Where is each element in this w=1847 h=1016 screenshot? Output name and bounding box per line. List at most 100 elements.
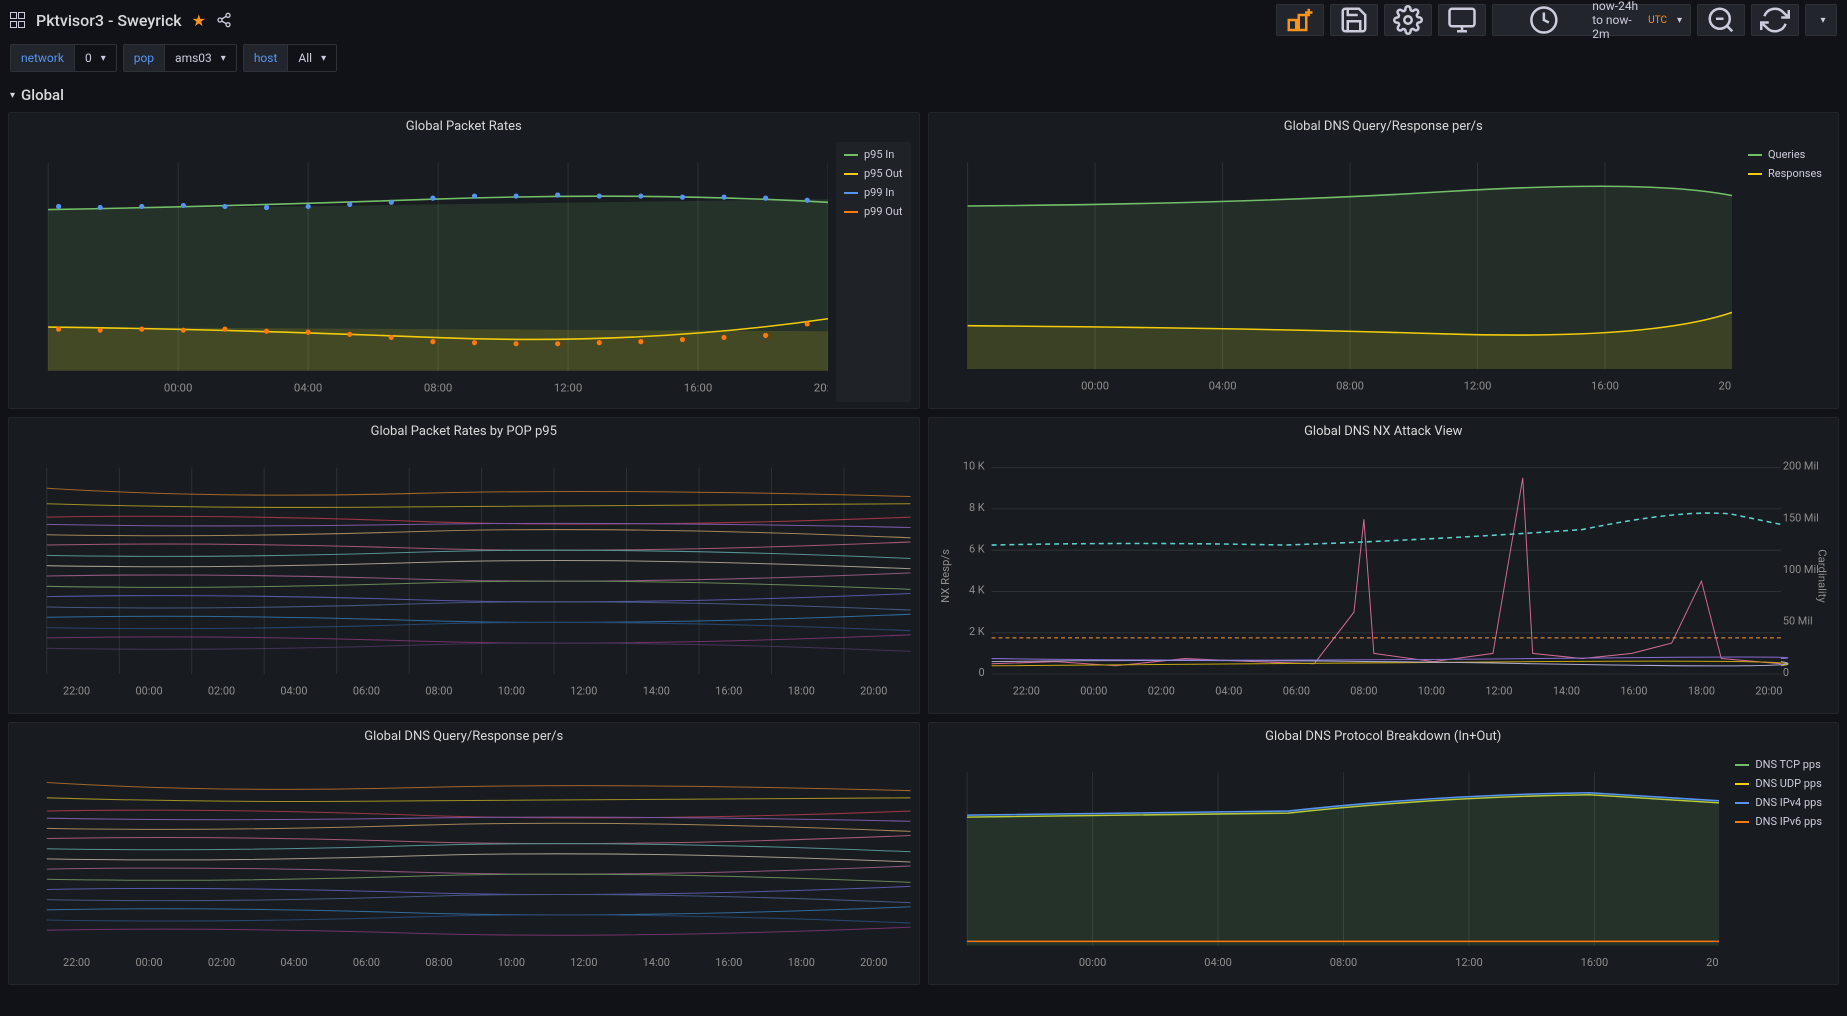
svg-text:08:00: 08:00 xyxy=(424,381,452,395)
panel-packet-rates-by-pop[interactable]: Global Packet Rates by POP p95 xyxy=(8,417,920,714)
chevron-down-icon: ▾ xyxy=(1820,15,1825,26)
variable-host[interactable]: host All▾ xyxy=(243,44,337,72)
svg-text:00:00: 00:00 xyxy=(1080,684,1107,697)
legend-item[interactable]: DNS IPv6 pps xyxy=(1735,815,1822,828)
variable-network[interactable]: network 0▾ xyxy=(10,44,117,72)
chart-area[interactable]: 00:00 04:00 08:00 12:00 16:00 20:00 xyxy=(937,752,1720,976)
share-icon[interactable] xyxy=(216,12,232,28)
zoom-out-button[interactable] xyxy=(1697,4,1745,36)
variable-pop[interactable]: pop ams03▾ xyxy=(123,44,237,72)
legend-item[interactable]: p95 In xyxy=(844,148,903,161)
svg-text:12:00: 12:00 xyxy=(570,956,597,969)
add-panel-button[interactable] xyxy=(1276,4,1324,36)
svg-text:00:00: 00:00 xyxy=(135,684,162,697)
panel-global-dns-qr[interactable]: Global DNS Query/Response per/s xyxy=(928,112,1840,409)
tv-mode-button[interactable] xyxy=(1438,4,1486,36)
svg-text:50 Mil: 50 Mil xyxy=(1782,614,1812,627)
legend-item[interactable]: Queries xyxy=(1748,148,1822,161)
legend-item[interactable]: DNS TCP pps xyxy=(1735,758,1822,771)
svg-text:20:00: 20:00 xyxy=(1755,684,1782,697)
svg-text:12:00: 12:00 xyxy=(570,684,597,697)
svg-text:04:00: 04:00 xyxy=(280,684,307,697)
svg-text:02:00: 02:00 xyxy=(208,684,235,697)
legend-item[interactable]: p95 Out xyxy=(844,167,903,180)
star-icon[interactable]: ★ xyxy=(192,11,206,30)
variable-label: network xyxy=(10,44,75,72)
legend-item[interactable]: DNS UDP pps xyxy=(1735,777,1822,790)
refresh-button[interactable] xyxy=(1751,4,1799,36)
svg-text:18:00: 18:00 xyxy=(788,956,815,969)
svg-text:22:00: 22:00 xyxy=(1012,684,1039,697)
svg-text:200 Mil: 200 Mil xyxy=(1782,460,1818,473)
chart-area[interactable]: 22:00 00:00 02:00 04:00 06:00 08:00 10:0… xyxy=(17,752,911,976)
svg-text:22:00: 22:00 xyxy=(63,684,90,697)
save-button[interactable] xyxy=(1330,4,1378,36)
legend-item[interactable]: Responses xyxy=(1748,167,1822,180)
svg-text:20:00: 20:00 xyxy=(1718,380,1732,393)
svg-text:06:00: 06:00 xyxy=(353,684,380,697)
panel-dns-qr-2[interactable]: Global DNS Query/Response per/s xyxy=(8,722,920,985)
time-range-picker[interactable]: now-24h to now-2m UTC ▾ xyxy=(1492,4,1691,36)
legend-item[interactable]: DNS IPv4 pps xyxy=(1735,796,1822,809)
row-title: Global xyxy=(21,86,64,104)
dashboard-grid-icon[interactable] xyxy=(10,12,26,28)
svg-text:00:00: 00:00 xyxy=(1081,380,1109,393)
variable-label: pop xyxy=(123,44,165,72)
svg-text:02:00: 02:00 xyxy=(1147,684,1174,697)
row-header-global[interactable]: ▾ Global xyxy=(0,82,1847,112)
topbar-right: now-24h to now-2m UTC ▾ ▾ xyxy=(1276,4,1837,36)
svg-text:6 K: 6 K xyxy=(968,542,984,555)
svg-text:20:00: 20:00 xyxy=(860,956,887,969)
svg-text:10:00: 10:00 xyxy=(498,684,525,697)
svg-text:08:00: 08:00 xyxy=(1336,380,1364,393)
chevron-down-icon: ▾ xyxy=(221,53,226,64)
svg-text:150 Mil: 150 Mil xyxy=(1782,511,1818,524)
svg-text:10:00: 10:00 xyxy=(498,956,525,969)
panel-title: Global DNS Query/Response per/s xyxy=(929,113,1839,138)
refresh-interval-dropdown[interactable]: ▾ xyxy=(1805,4,1837,36)
svg-text:08:00: 08:00 xyxy=(425,684,452,697)
chevron-down-icon: ▾ xyxy=(1677,15,1682,26)
panel-title: Global DNS Protocol Breakdown (In+Out) xyxy=(929,723,1839,748)
svg-text:04:00: 04:00 xyxy=(1204,956,1231,969)
panel-title: Global DNS NX Attack View xyxy=(929,418,1839,443)
svg-text:14:00: 14:00 xyxy=(1552,684,1579,697)
topbar-left: Pktvisor3 - Sweyrick ★ xyxy=(10,11,232,30)
chart-area[interactable]: 00:00 04:00 08:00 12:00 16:00 20:00 xyxy=(17,142,828,402)
panel-title: Global Packet Rates xyxy=(9,113,919,138)
chart-area[interactable]: NX Resp/s Cardinality 0 2 K 4 K 6 K 8 K … xyxy=(937,447,1831,705)
svg-text:20:00: 20:00 xyxy=(814,381,828,395)
dashboard-title[interactable]: Pktvisor3 - Sweyrick xyxy=(36,11,182,30)
svg-text:20:00: 20:00 xyxy=(860,684,887,697)
settings-button[interactable] xyxy=(1384,4,1432,36)
svg-text:16:00: 16:00 xyxy=(1580,956,1607,969)
variable-value[interactable]: All▾ xyxy=(288,44,337,72)
legend-item[interactable]: p99 In xyxy=(844,186,903,199)
panel-dns-protocol-breakdown[interactable]: Global DNS Protocol Breakdown (In+Out) xyxy=(928,722,1840,985)
panel-title: Global Packet Rates by POP p95 xyxy=(9,418,919,443)
svg-text:04:00: 04:00 xyxy=(1208,380,1236,393)
chart-area[interactable]: 00:00 04:00 08:00 12:00 16:00 20:00 xyxy=(937,142,1732,400)
svg-text:0: 0 xyxy=(978,666,984,679)
svg-text:8 K: 8 K xyxy=(968,501,984,514)
svg-text:14:00: 14:00 xyxy=(643,684,670,697)
chart-area[interactable]: 22:00 00:00 02:00 04:00 06:00 08:00 10:0… xyxy=(17,447,911,705)
svg-text:Cardinality: Cardinality xyxy=(1815,549,1828,603)
panel-global-packet-rates[interactable]: Global Packet Rates xyxy=(8,112,920,409)
svg-text:0: 0 xyxy=(1782,666,1788,679)
svg-text:12:00: 12:00 xyxy=(1485,684,1512,697)
panel-legend: Queries Responses xyxy=(1740,142,1830,400)
svg-text:2 K: 2 K xyxy=(968,625,984,638)
svg-text:18:00: 18:00 xyxy=(1687,684,1714,697)
panel-legend: DNS TCP pps DNS UDP pps DNS IPv4 pps DNS… xyxy=(1727,752,1830,976)
variable-value[interactable]: 0▾ xyxy=(75,44,117,72)
panel-grid: Global Packet Rates xyxy=(0,112,1847,985)
panel-dns-nx-attack[interactable]: Global DNS NX Attack View NX Resp/s Card… xyxy=(928,417,1840,714)
legend-item[interactable]: p99 Out xyxy=(844,205,903,218)
svg-text:16:00: 16:00 xyxy=(715,956,742,969)
svg-text:14:00: 14:00 xyxy=(643,956,670,969)
svg-text:08:00: 08:00 xyxy=(425,956,452,969)
svg-text:06:00: 06:00 xyxy=(1282,684,1309,697)
svg-text:00:00: 00:00 xyxy=(135,956,162,969)
variable-value[interactable]: ams03▾ xyxy=(165,44,237,72)
